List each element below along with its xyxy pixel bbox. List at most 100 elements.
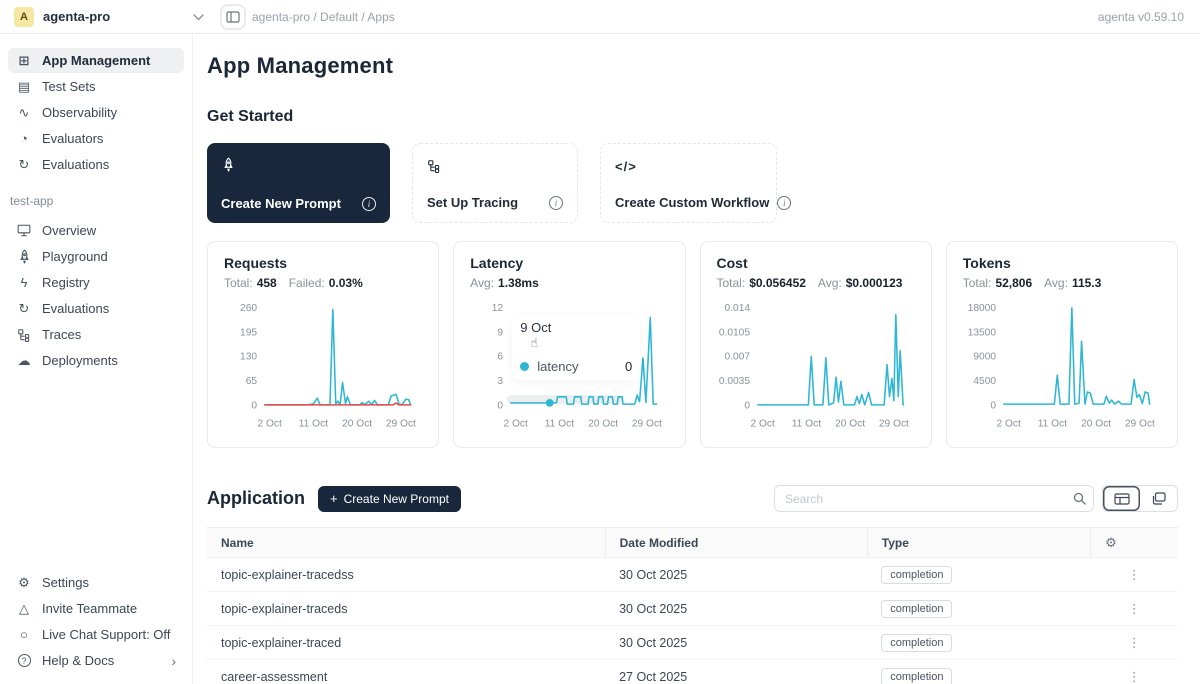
get-started-card-set-up-tracing[interactable]: Set Up Tracingi	[412, 143, 578, 223]
column-header-date-modified[interactable]: Date Modified	[605, 528, 867, 558]
sidebar-item-app-management[interactable]: ⊞App Management	[8, 48, 184, 73]
tokens-line	[1004, 308, 1150, 404]
card-label: Create Custom Workflow	[615, 195, 769, 210]
chevron-down-icon[interactable]	[193, 8, 204, 26]
sidebar-item-test-sets[interactable]: ▤ Test Sets	[8, 74, 184, 99]
sidebar-item-label: Help & Docs	[42, 653, 114, 668]
sidebar-app-item-playground[interactable]: Playground	[8, 244, 184, 269]
stat-value: 115.3	[1072, 276, 1101, 290]
sidebar-item-label: Live Chat Support: Off	[42, 627, 170, 642]
y-tick-label: 260	[240, 303, 257, 314]
cell-actions: ⋮	[1091, 626, 1178, 660]
table-row-topic-explainer-traceds[interactable]: topic-explainer-traceds30 Oct 2025comple…	[207, 592, 1178, 626]
workspace-selector[interactable]: A agenta-pro	[14, 7, 193, 27]
table-settings-gear-icon[interactable]: ⚙	[1105, 535, 1117, 550]
x-tick-label: 2 Oct	[750, 418, 775, 429]
x-tick-label: 29 Oct	[1125, 418, 1155, 429]
type-badge: completion	[881, 634, 952, 652]
sidebar: ⊞App Management▤Test Sets∿Observability◔…	[0, 34, 193, 684]
sidebar-toggle-icon[interactable]	[222, 6, 244, 28]
sidebar-footer-item-invite-teammate[interactable]: △Invite Teammate	[8, 596, 184, 621]
sidebar-item-observability[interactable]: ∿Observability	[8, 100, 184, 125]
row-menu-icon[interactable]: ⋮	[1128, 567, 1141, 582]
sidebar-item-label: Evaluations	[42, 157, 109, 172]
chart-title: Cost	[717, 255, 915, 271]
sidebar-item-label: Deployments	[42, 353, 118, 368]
x-tick-label: 20 Oct	[835, 418, 865, 429]
y-tick-label: 0	[990, 400, 996, 411]
x-tick-label: 29 Oct	[878, 418, 908, 429]
y-tick-label: 0.0035	[718, 376, 749, 387]
info-icon[interactable]: i	[549, 196, 563, 210]
sidebar-item-evaluators[interactable]: ◔ Evaluators	[8, 126, 184, 151]
table-icon: ▤	[16, 79, 32, 95]
latency-chart-card: LatencyAvg:1.38ms1296302 Oct11 Oct20 Oct…	[453, 241, 685, 448]
get-started-title: Get Started	[207, 108, 1178, 126]
sidebar-footer-item-settings[interactable]: ⚙Settings	[8, 570, 184, 595]
column-header-type[interactable]: Type	[867, 528, 1090, 558]
chart-stats: Total:$0.056452Avg:$0.000123	[717, 276, 915, 290]
info-icon[interactable]: i	[362, 197, 376, 211]
sidebar-app-item-evaluations[interactable]: ↻Evaluations	[8, 296, 184, 321]
search-box	[774, 485, 1094, 512]
sidebar-app-item-deployments[interactable]: ☁Deployments	[8, 348, 184, 373]
stat-value: $0.056452	[749, 276, 806, 290]
help-icon: ?	[16, 654, 32, 667]
column-header-name[interactable]: Name	[207, 528, 605, 558]
cell-type: completion	[867, 660, 1090, 684]
sidebar-footer-items: ⚙Settings△Invite Teammate○Live Chat Supp…	[8, 570, 184, 674]
card-label-row: Create Custom Workflowi	[615, 195, 762, 210]
y-tick-label: 12	[492, 303, 504, 314]
y-tick-label: 0	[744, 400, 750, 411]
type-badge: completion	[881, 668, 952, 684]
get-started-card-create-new-prompt[interactable]: Create New Prompti	[207, 143, 390, 223]
chart-stats: Total:458Failed:0.03%	[224, 276, 422, 290]
cost-chart-card: CostTotal:$0.056452Avg:$0.0001230.0140.0…	[700, 241, 932, 448]
tokens-chart[interactable]: 18000135009000450002 Oct11 Oct20 Oct29 O…	[963, 294, 1161, 440]
chart-stat: Avg:115.3	[1044, 276, 1101, 290]
row-menu-icon[interactable]: ⋮	[1128, 669, 1141, 684]
table-row-topic-explainer-tracedss[interactable]: topic-explainer-tracedss30 Oct 2025compl…	[207, 558, 1178, 592]
y-tick-label: 0	[251, 400, 257, 411]
chart-title: Tokens	[963, 255, 1161, 271]
requests-chart[interactable]: 2601951306502 Oct11 Oct20 Oct29 Oct	[224, 294, 422, 440]
sidebar-item-label: Test Sets	[42, 79, 95, 94]
table-view-button[interactable]	[1103, 486, 1140, 511]
table-row-topic-explainer-traced[interactable]: topic-explainer-traced30 Oct 2025complet…	[207, 626, 1178, 660]
sidebar-app-item-registry[interactable]: ϟRegistry	[8, 270, 184, 295]
sidebar-footer-item-live-chat-support-off[interactable]: ○Live Chat Support: Off	[8, 622, 184, 647]
search-icon[interactable]	[1065, 492, 1093, 505]
gauge-icon: ◔	[16, 131, 32, 146]
row-menu-icon[interactable]: ⋮	[1128, 635, 1141, 650]
sidebar-app-item-traces[interactable]: Traces	[8, 322, 184, 347]
info-icon[interactable]: i	[777, 196, 791, 210]
x-tick-label: 11 Oct	[299, 418, 328, 429]
sidebar-item-evaluations[interactable]: ↻Evaluations	[8, 152, 184, 177]
y-tick-label: 65	[246, 376, 258, 387]
chart-stat: Total:$0.056452	[717, 276, 806, 290]
x-tick-label: 11 Oct	[791, 418, 820, 429]
sidebar-app-item-overview[interactable]: Overview	[8, 218, 184, 243]
breadcrumb[interactable]: agenta-pro / Default / Apps	[252, 10, 395, 24]
x-tick-label: 20 Oct	[588, 418, 618, 429]
sidebar-footer-item-help-docs[interactable]: ?Help & Docs›	[8, 648, 184, 673]
cost-chart[interactable]: 0.0140.01050.0070.003502 Oct11 Oct20 Oct…	[717, 294, 915, 440]
x-tick-label: 2 Oct	[504, 418, 529, 429]
search-input[interactable]	[775, 492, 1065, 506]
rocket-icon	[16, 249, 32, 265]
card-view-button[interactable]	[1140, 486, 1177, 511]
sidebar-app-items: OverviewPlaygroundϟRegistry↻EvaluationsT…	[8, 218, 184, 374]
cell-type: completion	[867, 592, 1090, 626]
sidebar-item-label: Invite Teammate	[42, 601, 137, 616]
cell-date-modified: 30 Oct 2025	[605, 626, 867, 660]
view-toggle	[1102, 485, 1178, 512]
row-menu-icon[interactable]: ⋮	[1128, 601, 1141, 616]
cell-actions: ⋮	[1091, 558, 1178, 592]
create-new-prompt-button[interactable]: + Create New Prompt	[318, 486, 461, 512]
table-row-career-assessment[interactable]: career-assessment27 Oct 2025completion⋮	[207, 660, 1178, 684]
sidebar-item-label: Evaluators	[42, 131, 103, 146]
latency-chart[interactable]: 1296302 Oct11 Oct20 Oct29 Oct	[470, 294, 668, 440]
get-started-card-create-custom-workflow[interactable]: </>Create Custom Workflowi	[600, 143, 777, 223]
application-title: Application	[207, 488, 305, 509]
chart-title: Requests	[224, 255, 422, 271]
